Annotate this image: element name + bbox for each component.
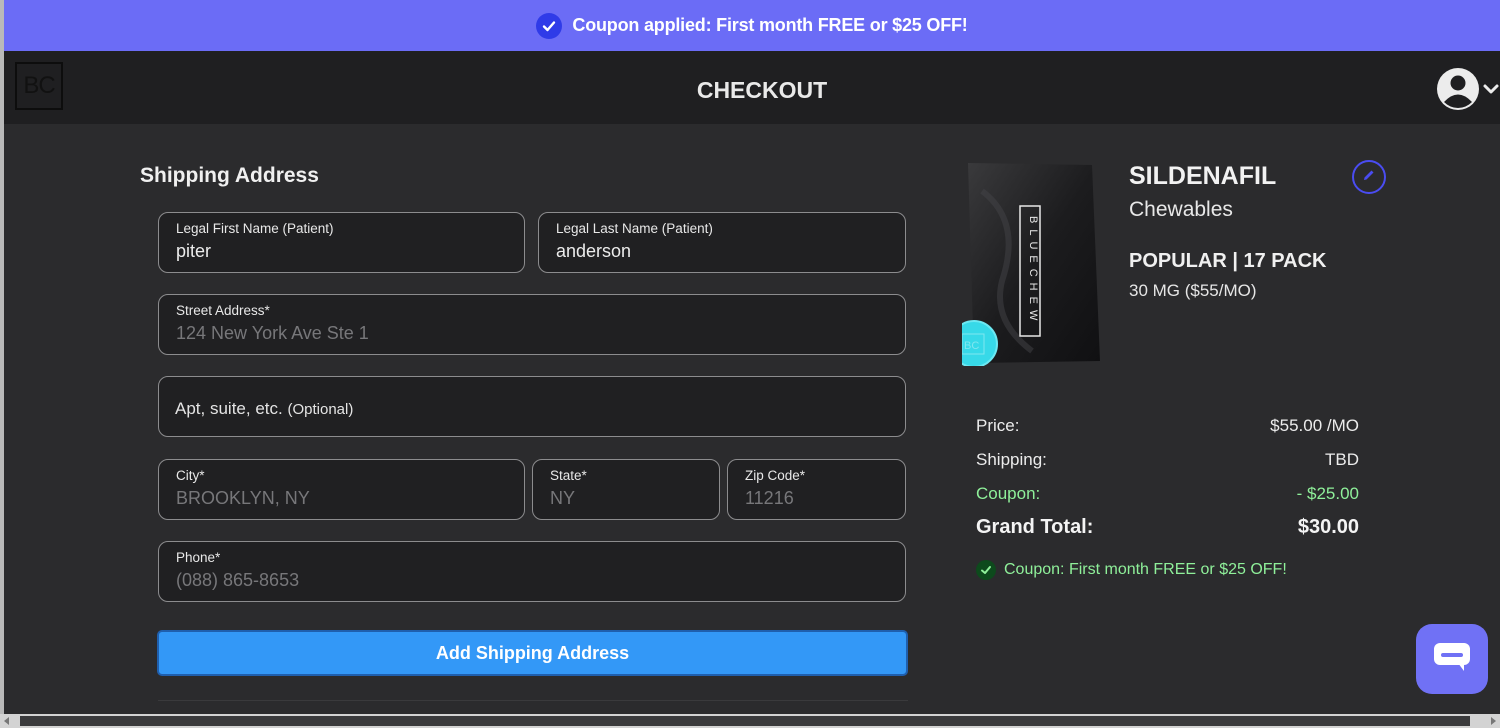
apt-suite-placeholder: Apt, suite, etc. (Optional)	[175, 399, 353, 419]
pill-text: BC	[964, 340, 979, 352]
product-image: BLUECHEW BC	[950, 161, 1102, 368]
shipping-value: TBD	[1325, 450, 1359, 469]
zip-code-value[interactable]: 11216	[745, 488, 794, 509]
street-address-field[interactable]: Street Address* 124 New York Ave Ste 1	[158, 294, 906, 355]
state-label: State*	[550, 468, 587, 483]
user-circle-icon[interactable]	[1436, 67, 1480, 116]
check-icon	[976, 560, 996, 580]
horizontal-scrollbar[interactable]	[0, 714, 1500, 728]
apt-suite-placeholder-text: Apt, suite, etc.	[175, 399, 283, 418]
city-label: City*	[176, 468, 205, 483]
zip-code-label: Zip Code*	[745, 468, 806, 483]
scroll-left-arrow[interactable]	[4, 717, 9, 725]
price-value: $55.00 /MO	[1270, 416, 1359, 435]
price-row: Price: $55.00 /MO	[976, 416, 1359, 436]
apt-suite-field[interactable]: Apt, suite, etc. (Optional)	[158, 376, 906, 437]
phone-value[interactable]: (088) 865-8653	[176, 570, 299, 591]
street-address-label: Street Address*	[176, 303, 270, 318]
coupon-note-text: Coupon: First month FREE or $25 OFF!	[1004, 561, 1287, 578]
phone-label: Phone*	[176, 550, 221, 565]
shipping-label: Shipping:	[976, 450, 1047, 469]
chat-button[interactable]	[1416, 624, 1488, 694]
check-circle-icon	[536, 12, 563, 39]
city-value[interactable]: BROOKLYN, NY	[176, 488, 310, 509]
pack-size: POPULAR | 17 PACK	[1129, 250, 1327, 272]
grand-total-row: Grand Total: $30.00	[976, 516, 1359, 539]
product-form: Chewables	[1129, 198, 1233, 221]
account-menu[interactable]	[1436, 67, 1500, 116]
divider	[158, 700, 908, 701]
price-label: Price:	[976, 416, 1020, 435]
header: BC CHECKOUT	[4, 51, 1500, 124]
pack-brand-text: BLUECHEW	[1027, 216, 1039, 326]
dose-and-price: 30 MG ($55/MO)	[1129, 281, 1257, 300]
state-field[interactable]: State* NY	[532, 459, 720, 520]
grand-total-label: Grand Total:	[976, 516, 1094, 538]
chevron-down-icon[interactable]	[1482, 80, 1500, 103]
product-name: SILDENAFIL	[1129, 162, 1277, 190]
coupon-label: Coupon:	[976, 484, 1041, 503]
pencil-icon	[1362, 168, 1376, 187]
last-name-value[interactable]: anderson	[556, 241, 631, 262]
coupon-value: - $25.00	[1296, 484, 1359, 503]
grand-total-value: $30.00	[1297, 516, 1359, 538]
scrollbar-thumb[interactable]	[20, 716, 1470, 726]
street-address-value[interactable]: 124 New York Ave Ste 1	[176, 323, 369, 344]
shipping-section-title: Shipping Address	[140, 164, 319, 187]
first-name-field[interactable]: Legal First Name (Patient) piter	[158, 212, 525, 273]
shipping-row: Shipping: TBD	[976, 450, 1359, 470]
first-name-label: Legal First Name (Patient)	[176, 221, 334, 236]
edit-product-button[interactable]	[1352, 160, 1386, 194]
chat-bubble-icon	[1432, 639, 1472, 680]
coupon-row: Coupon: - $25.00	[976, 484, 1359, 504]
coupon-banner: Coupon applied: First month FREE or $25 …	[4, 0, 1500, 51]
add-shipping-address-button[interactable]: Add Shipping Address	[157, 630, 908, 676]
coupon-banner-text: Coupon applied: First month FREE or $25 …	[572, 15, 968, 35]
phone-field[interactable]: Phone* (088) 865-8653	[158, 541, 906, 602]
first-name-value[interactable]: piter	[176, 241, 211, 262]
state-value[interactable]: NY	[550, 488, 575, 509]
last-name-field[interactable]: Legal Last Name (Patient) anderson	[538, 212, 906, 273]
zip-code-field[interactable]: Zip Code* 11216	[727, 459, 906, 520]
page-title: CHECKOUT	[696, 77, 828, 103]
checkout-page: Coupon applied: First month FREE or $25 …	[4, 0, 1500, 714]
coupon-note: Coupon: First month FREE or $25 OFF!	[976, 560, 1287, 580]
scroll-right-arrow[interactable]	[1491, 717, 1496, 725]
city-field[interactable]: City* BROOKLYN, NY	[158, 459, 525, 520]
last-name-label: Legal Last Name (Patient)	[556, 221, 713, 236]
optional-hint: (Optional)	[287, 401, 354, 418]
